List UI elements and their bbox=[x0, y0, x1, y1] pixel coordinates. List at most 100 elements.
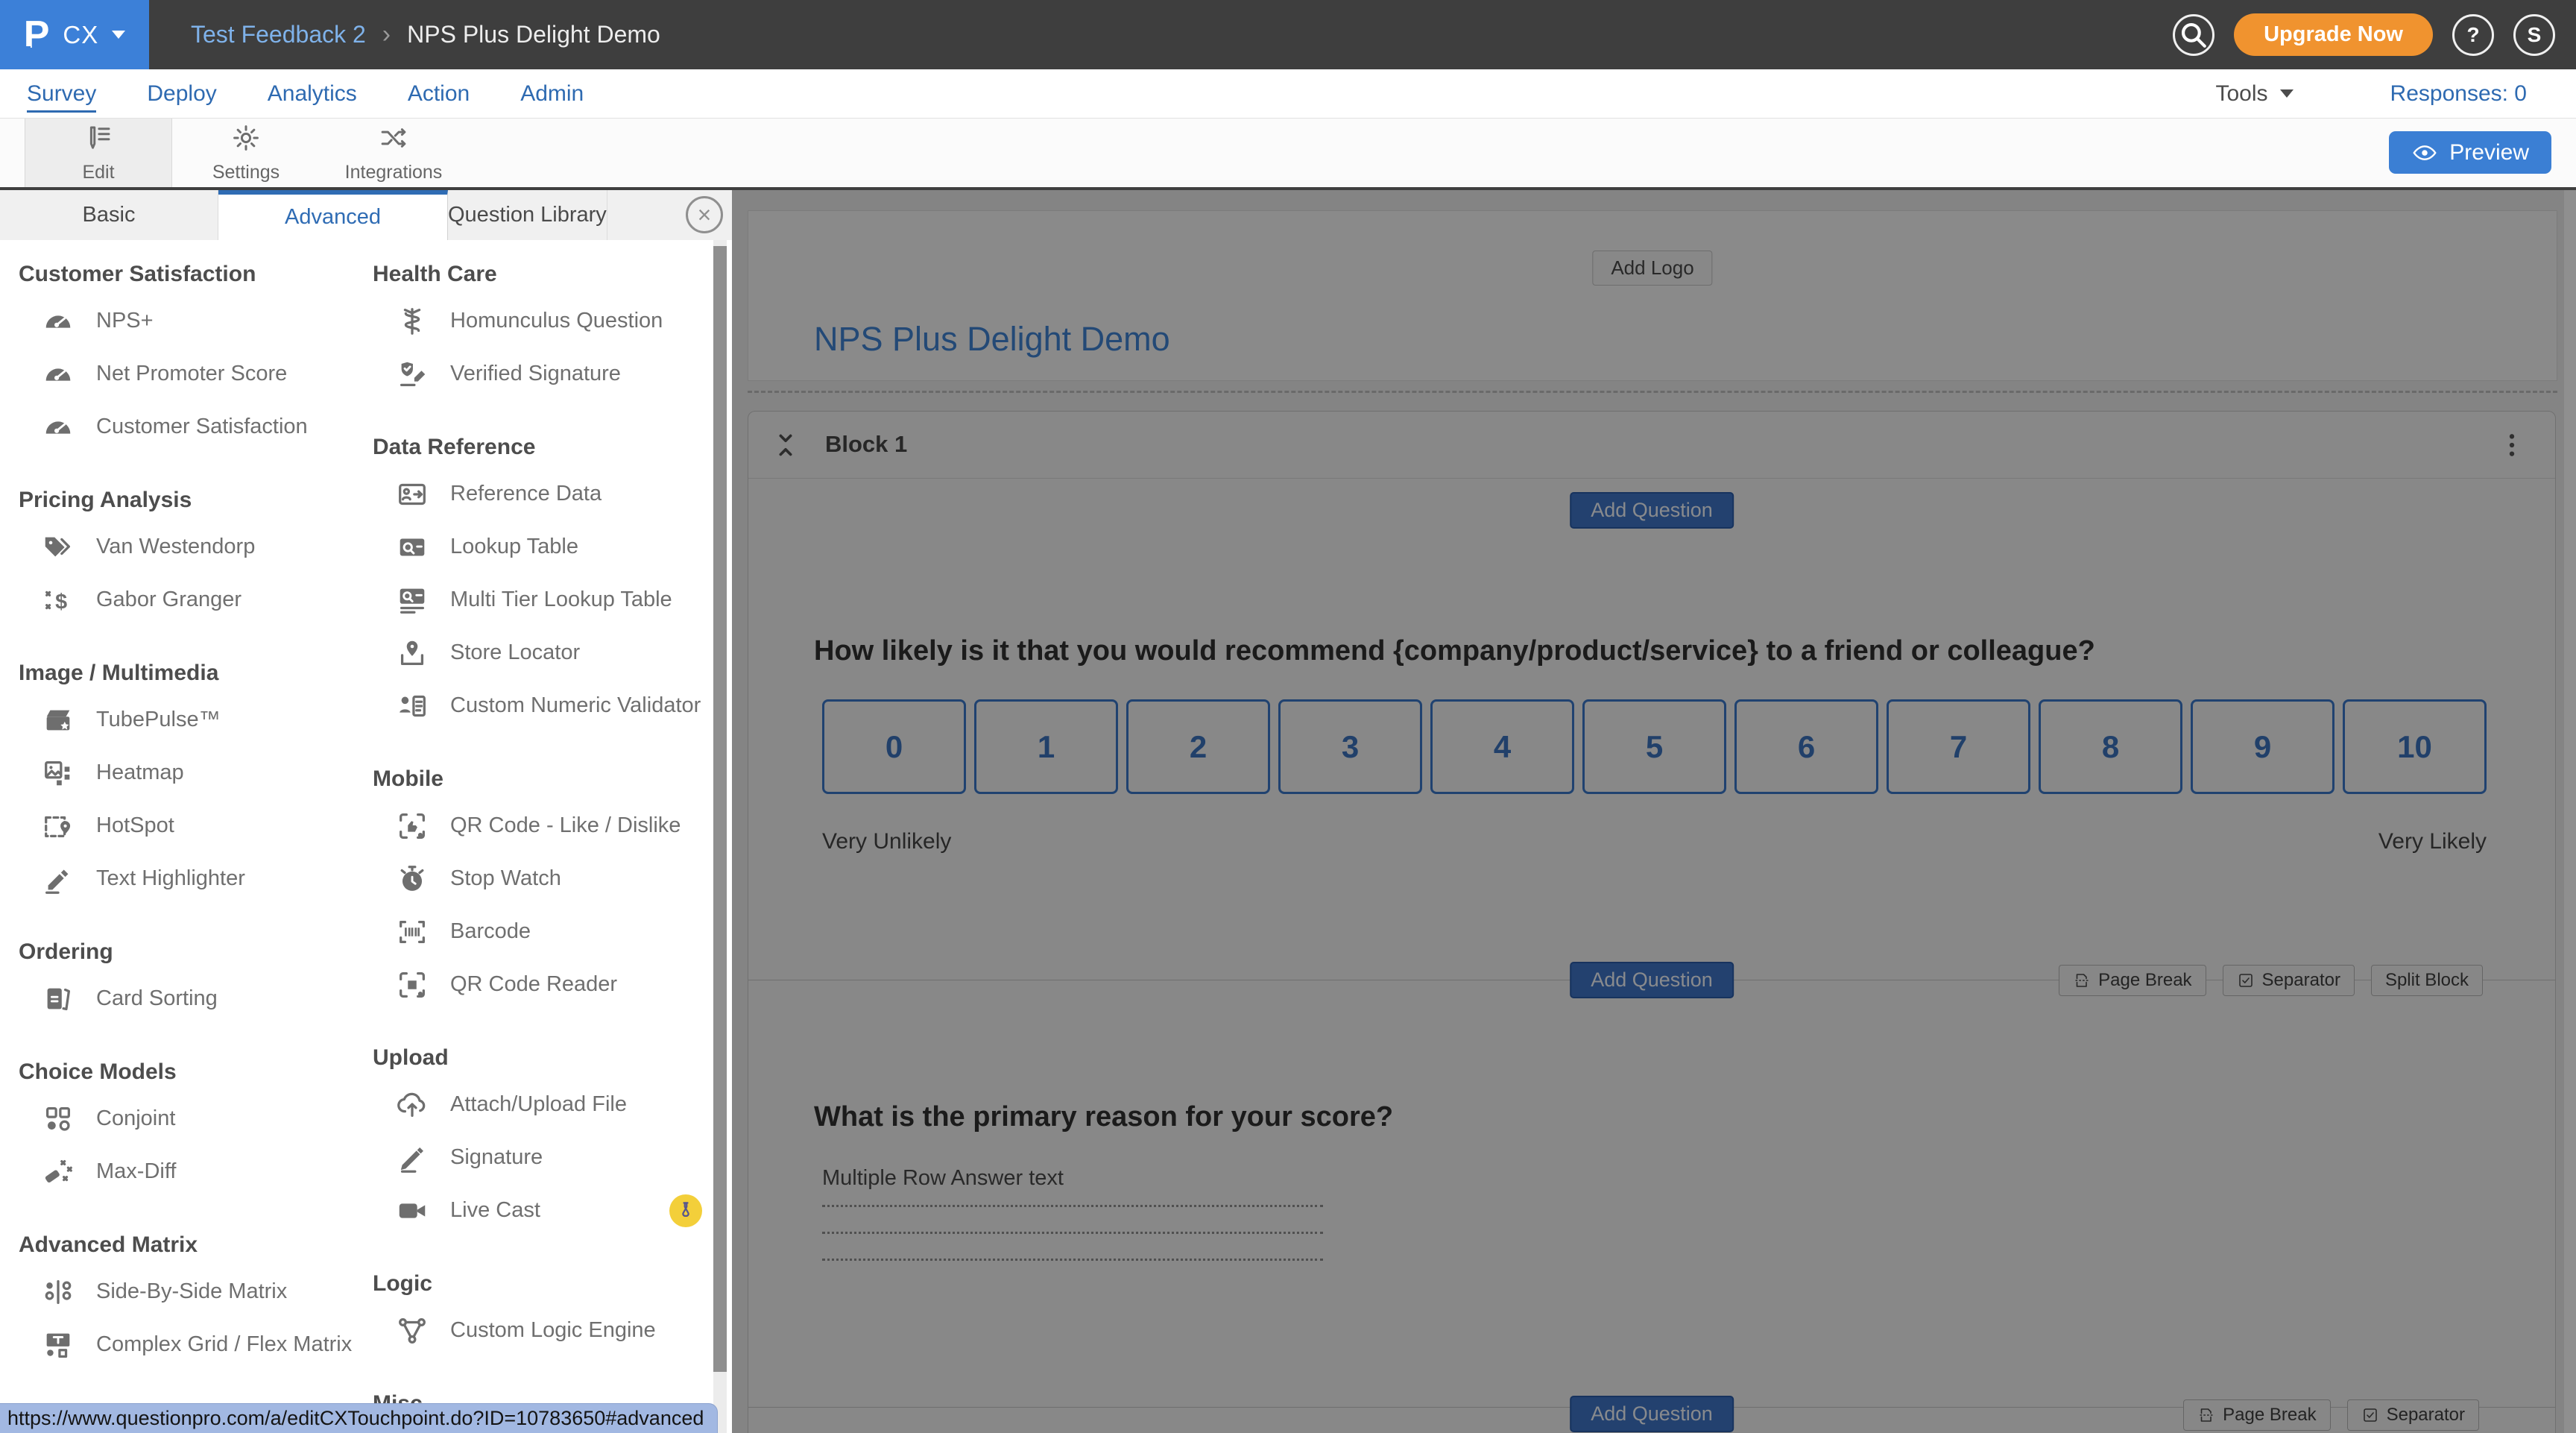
question-category: Choice Models Conjoint Max-Diff bbox=[19, 1059, 339, 1198]
maxdiff-icon bbox=[41, 1155, 75, 1189]
breadcrumb-current: NPS Plus Delight Demo bbox=[407, 21, 660, 48]
upload-cloud-icon bbox=[395, 1088, 429, 1122]
integrations-icon bbox=[378, 122, 409, 157]
heatmap-icon bbox=[41, 756, 75, 790]
nav-item[interactable]: Deploy bbox=[147, 69, 216, 118]
question-category: Ordering Card Sorting bbox=[19, 939, 339, 1025]
edit-icon bbox=[83, 122, 114, 157]
question-category: Health Care Homunculus Question Verified… bbox=[373, 262, 702, 400]
question-type-item[interactable]: Barcode bbox=[373, 905, 702, 958]
nav-item[interactable]: Admin bbox=[520, 69, 584, 118]
modal-overlay bbox=[732, 190, 2576, 1433]
toolbar-item[interactable]: Settings bbox=[172, 119, 320, 187]
question-type-item[interactable]: Max-Diff bbox=[19, 1145, 339, 1198]
question-type-item[interactable]: QR Code - Like / Dislike bbox=[373, 799, 702, 852]
category-items: Conjoint Max-Diff bbox=[19, 1092, 339, 1198]
panel-tab[interactable]: Question Library bbox=[448, 190, 607, 240]
question-type-item[interactable]: Signature bbox=[373, 1131, 702, 1184]
category-title: Customer Satisfaction bbox=[19, 262, 256, 286]
caduceus-icon bbox=[395, 304, 429, 338]
search-icon bbox=[2182, 22, 2206, 48]
upgrade-now-button[interactable]: Upgrade Now bbox=[2234, 13, 2433, 56]
advanced-question-panel: Customer Satisfaction NPS+ Net Promoter … bbox=[0, 240, 732, 1433]
question-type-item[interactable]: Homunculus Question bbox=[373, 295, 702, 347]
question-type-item[interactable]: Conjoint bbox=[19, 1092, 339, 1145]
panel-tab[interactable]: Basic bbox=[0, 190, 218, 240]
help-button[interactable]: ? bbox=[2452, 13, 2494, 56]
question-type-item[interactable]: Lookup Table bbox=[373, 520, 702, 573]
panel-scrollbar[interactable] bbox=[713, 240, 727, 1433]
category-title: Mobile bbox=[373, 766, 443, 791]
eye-icon bbox=[2413, 145, 2437, 160]
nav-items: Survey Deploy Analytics Action Admin bbox=[27, 69, 584, 118]
highlighter-icon bbox=[41, 862, 75, 896]
chevron-down-icon bbox=[112, 31, 126, 39]
toolbar-items: Edit Settings Integrations bbox=[0, 119, 2576, 187]
multi-tier-lookup-icon bbox=[395, 583, 429, 617]
question-category: Mobile QR Code - Like / Dislike Stop Wat… bbox=[373, 766, 702, 1011]
question-type-item[interactable]: Multi Tier Lookup Table bbox=[373, 573, 702, 626]
svg-text:$: $ bbox=[55, 590, 67, 614]
question-type-item[interactable]: Side-By-Side Matrix bbox=[19, 1265, 339, 1318]
nav-item[interactable]: Action bbox=[408, 69, 470, 118]
question-type-item[interactable]: Van Westendorp bbox=[19, 520, 339, 573]
reference-data-icon bbox=[395, 477, 429, 511]
avatar[interactable]: S bbox=[2513, 13, 2555, 56]
question-type-item[interactable]: $ Gabor Granger bbox=[19, 573, 339, 626]
question-type-item[interactable]: Customer Satisfaction bbox=[19, 400, 339, 453]
logic-engine-icon bbox=[395, 1314, 429, 1348]
question-type-item[interactable]: Text Highlighter bbox=[19, 852, 339, 905]
tab-list: Basic Advanced Question Library bbox=[0, 190, 607, 240]
category-title: Image / Multimedia bbox=[19, 661, 219, 685]
breadcrumb-parent[interactable]: Test Feedback 2 bbox=[191, 21, 366, 48]
toolbar-item[interactable]: Edit bbox=[25, 119, 172, 187]
question-type-item[interactable]: Complex Grid / Flex Matrix bbox=[19, 1318, 352, 1371]
question-type-item[interactable]: Heatmap bbox=[19, 746, 339, 799]
question-type-item[interactable]: Reference Data bbox=[373, 467, 702, 520]
category-items: Van Westendorp $ Gabor Granger bbox=[19, 520, 339, 626]
video-clapper-icon bbox=[41, 703, 75, 737]
store-locator-icon bbox=[395, 636, 429, 670]
side-by-side-icon bbox=[41, 1275, 75, 1309]
close-panel-button[interactable]: × bbox=[686, 196, 723, 233]
question-type-item[interactable]: Verified Signature bbox=[373, 347, 702, 400]
panel-tab[interactable]: Advanced bbox=[218, 190, 448, 240]
question-type-item[interactable]: HotSpot bbox=[19, 799, 339, 852]
barcode-icon bbox=[395, 915, 429, 949]
card-sorting-icon bbox=[41, 982, 75, 1016]
category-title: Advanced Matrix bbox=[19, 1232, 198, 1257]
flask-badge bbox=[669, 1194, 702, 1227]
question-type-item[interactable]: Store Locator bbox=[373, 626, 702, 679]
product-switcher[interactable]: P CX bbox=[0, 0, 149, 69]
question-type-item[interactable]: Net Promoter Score bbox=[19, 347, 339, 400]
gauge-icon bbox=[41, 357, 75, 391]
question-type-item[interactable]: Card Sorting bbox=[19, 972, 339, 1025]
question-type-item[interactable]: Live Cast bbox=[373, 1184, 702, 1237]
category-title: Choice Models bbox=[19, 1059, 177, 1084]
question-type-item[interactable]: Custom Numeric Validator bbox=[373, 679, 702, 732]
category-title: Data Reference bbox=[373, 435, 536, 459]
chevron-down-icon bbox=[2279, 89, 2294, 98]
question-type-item[interactable]: Custom Logic Engine bbox=[373, 1304, 702, 1357]
question-type-item[interactable]: NPS+ bbox=[19, 295, 339, 347]
category-title: Logic bbox=[373, 1271, 432, 1296]
search-button[interactable] bbox=[2173, 13, 2215, 56]
nav-item[interactable]: Analytics bbox=[268, 69, 357, 118]
question-type-item[interactable]: Stop Watch bbox=[373, 852, 702, 905]
complex-grid-icon bbox=[41, 1328, 75, 1362]
question-type-item[interactable]: TubePulse™ bbox=[19, 693, 339, 746]
category-title: Ordering bbox=[19, 939, 113, 964]
tools-dropdown[interactable]: Tools bbox=[2216, 81, 2294, 107]
question-type-item[interactable]: QR Code Reader bbox=[373, 958, 702, 1011]
panel-scrollbar-thumb[interactable] bbox=[713, 246, 727, 1372]
preview-button[interactable]: Preview bbox=[2389, 131, 2551, 174]
product-label: CX bbox=[63, 20, 99, 48]
toolbar-item[interactable]: Integrations bbox=[320, 119, 467, 187]
question-type-item[interactable]: Attach/Upload File bbox=[373, 1078, 702, 1131]
category-items: Side-By-Side Matrix Complex Grid / Flex … bbox=[19, 1265, 352, 1371]
category-items: Reference Data Lookup Table Multi Tier L… bbox=[373, 467, 702, 732]
category-items: Homunculus Question Verified Signature bbox=[373, 295, 702, 400]
numeric-validator-icon bbox=[395, 689, 429, 723]
nav-item[interactable]: Survey bbox=[27, 69, 97, 118]
responses-link[interactable]: Responses: 0 bbox=[2390, 81, 2527, 107]
